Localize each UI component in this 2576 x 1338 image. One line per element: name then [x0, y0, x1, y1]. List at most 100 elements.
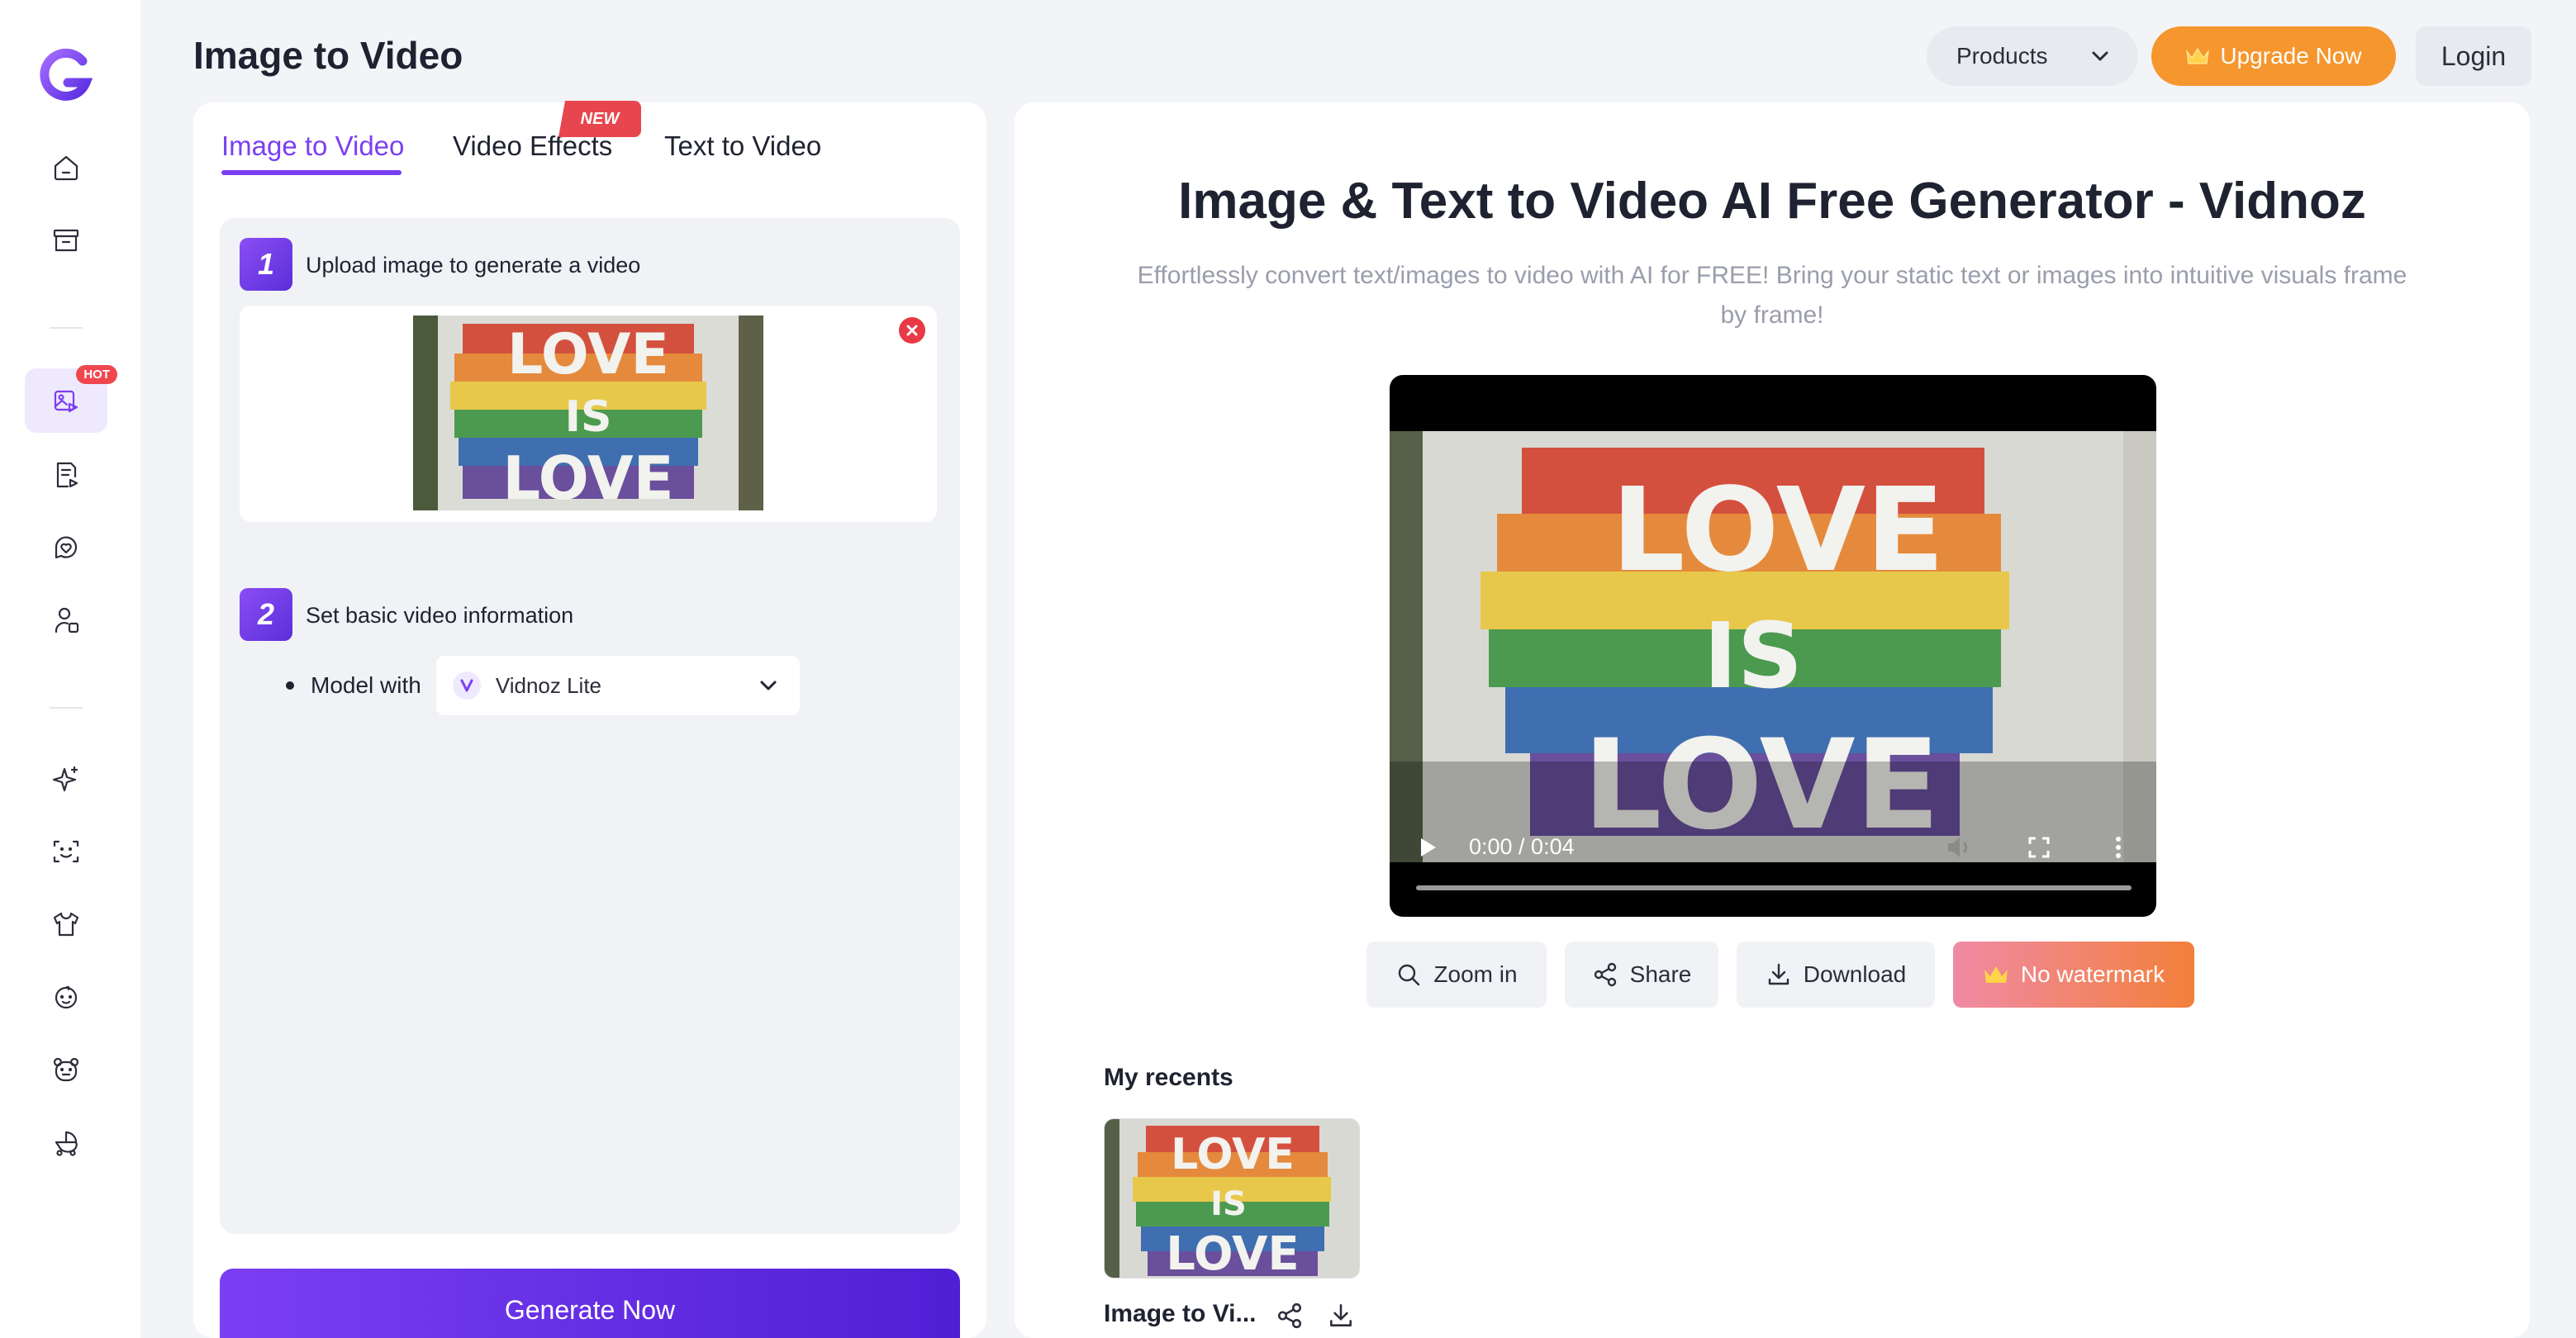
video-player[interactable]: LOVE IS LOVE 0:00 / 0:04 — [1390, 375, 2156, 917]
zoom-in-label: Zoom in — [1433, 961, 1518, 987]
share-icon — [1594, 962, 1616, 987]
recent-download-button[interactable] — [1327, 1302, 1355, 1330]
chevron-down-icon — [2092, 51, 2108, 61]
mute-button[interactable] — [1942, 829, 1978, 866]
zoom-in-button[interactable]: Zoom in — [1366, 942, 1547, 1008]
steps-container: 1 Upload image to generate a video LOVE … — [220, 218, 960, 1234]
sidebar-divider — [50, 707, 83, 709]
video-time: 0:00 / 0:04 — [1469, 834, 1575, 859]
document-video-icon — [56, 462, 78, 488]
model-row: Model with Vidnoz Lite — [286, 656, 800, 715]
upgrade-label: Upgrade Now — [2220, 43, 2362, 69]
sidebar-item-archive[interactable] — [25, 208, 107, 273]
sidebar-item-avatar[interactable] — [25, 588, 107, 652]
stroller-icon — [55, 1131, 78, 1156]
crown-icon — [1984, 966, 2008, 983]
main-heading: Image & Text to Video AI Free Generator … — [1178, 173, 2366, 230]
fullscreen-icon — [2028, 837, 2050, 858]
vidnoz-model-icon — [452, 671, 481, 700]
tab-image-to-video[interactable]: Image to Video — [221, 130, 404, 162]
share-icon — [1277, 1302, 1302, 1329]
sidebar-item-stroller[interactable] — [25, 1110, 107, 1174]
recents-title: My recents — [1104, 1064, 1233, 1091]
sidebar-item-shirt[interactable] — [25, 892, 107, 956]
share-label: Share — [1629, 961, 1692, 987]
sidebar-item-heart-chat[interactable] — [25, 515, 107, 580]
svg-text:LOVE: LOVE — [1611, 463, 1944, 598]
love-is-love-flag-image: LOVE IS LOVE — [413, 316, 763, 510]
login-button[interactable]: Login — [2416, 26, 2531, 86]
sparkle-icon — [52, 766, 78, 792]
bear-face-icon — [53, 1057, 79, 1082]
sidebar-item-sparkle[interactable] — [25, 747, 107, 811]
search-icon — [1399, 964, 1420, 986]
upgrade-now-button[interactable]: Upgrade Now — [2151, 26, 2396, 86]
recent-video-thumbnail[interactable]: LOVE IS LOVE — [1104, 1118, 1360, 1279]
sidebar-item-document-video[interactable] — [25, 443, 107, 507]
chevron-down-icon — [760, 681, 777, 690]
model-select[interactable]: Vidnoz Lite — [435, 656, 800, 715]
remove-image-button[interactable] — [899, 317, 925, 344]
sub-heading: Effortlessly convert text/images to vide… — [1137, 262, 2407, 329]
svg-text:IS: IS — [565, 392, 612, 442]
archive-icon — [53, 229, 79, 252]
sidebar-item-face-scan[interactable] — [25, 819, 107, 884]
model-label: Model with — [311, 672, 421, 698]
face-scan-icon — [53, 840, 79, 863]
generate-now-button[interactable]: Generate Now — [220, 1269, 960, 1338]
recent-video-image: LOVE IS LOVE — [1105, 1119, 1359, 1279]
recent-video-name: Image to Vi... — [1104, 1300, 1257, 1327]
sidebar-item-baby-face[interactable] — [25, 965, 107, 1029]
shirt-icon — [53, 912, 79, 937]
home-icon — [54, 155, 78, 181]
no-watermark-button[interactable]: No watermark — [1953, 942, 2194, 1008]
sidebar: HOT — [0, 0, 140, 1338]
volume-icon — [1948, 837, 1968, 857]
uploaded-image-thumbnail: LOVE IS LOVE — [413, 316, 763, 510]
video-frame: LOVE IS LOVE — [1390, 431, 2156, 862]
svg-text:IS: IS — [1210, 1185, 1247, 1223]
sidebar-item-image-to-video[interactable]: HOT — [25, 365, 117, 433]
step-1-title: Upload image to generate a video — [306, 253, 641, 278]
bullet — [286, 681, 294, 690]
step-2-title: Set basic video information — [306, 603, 574, 628]
play-icon — [1421, 838, 1436, 856]
sidebar-divider — [50, 327, 83, 329]
hot-badge: HOT — [76, 365, 117, 384]
baby-face-icon — [55, 985, 78, 1009]
video-progress-bar[interactable] — [1416, 885, 2132, 890]
products-dropdown[interactable]: Products — [1927, 26, 2138, 86]
play-button[interactable] — [1409, 829, 1446, 866]
step-1-number: 1 — [240, 238, 292, 291]
download-button[interactable]: Download — [1737, 942, 1935, 1008]
active-tab-indicator — [221, 170, 402, 175]
page-title: Image to Video — [193, 34, 463, 77]
crown-icon — [2186, 48, 2210, 64]
close-icon — [906, 325, 918, 336]
svg-text:LOVE: LOVE — [507, 322, 669, 387]
more-options-button[interactable] — [2100, 829, 2136, 866]
no-watermark-label: No watermark — [2020, 961, 2165, 987]
avatar-icon — [55, 607, 79, 633]
tab-text-to-video[interactable]: Text to Video — [664, 130, 821, 162]
sidebar-item-bear-face[interactable] — [25, 1037, 107, 1102]
download-icon — [1330, 1303, 1352, 1326]
generator-panel: Image to Video Video Effects NEW Text to… — [193, 101, 986, 1338]
heart-chat-icon — [55, 536, 78, 559]
uploaded-image-card[interactable]: LOVE IS LOVE — [240, 306, 937, 522]
share-button[interactable]: Share — [1565, 942, 1718, 1008]
more-vertical-icon — [2116, 837, 2121, 858]
new-badge: NEW — [558, 101, 641, 137]
svg-text:LOVE: LOVE — [1171, 1130, 1295, 1179]
download-label: Download — [1803, 961, 1907, 987]
products-label: Products — [1956, 43, 2048, 69]
download-icon — [1768, 963, 1789, 985]
vidnoz-logo[interactable] — [36, 46, 94, 104]
recent-share-button[interactable] — [1276, 1302, 1304, 1330]
step-2-number: 2 — [240, 588, 292, 641]
sidebar-item-home[interactable] — [25, 135, 107, 200]
fullscreen-button[interactable] — [2021, 829, 2057, 866]
image-to-video-icon — [54, 390, 78, 413]
video-preview-image: LOVE IS LOVE — [1390, 431, 2156, 862]
svg-text:LOVE: LOVE — [1166, 1227, 1299, 1279]
